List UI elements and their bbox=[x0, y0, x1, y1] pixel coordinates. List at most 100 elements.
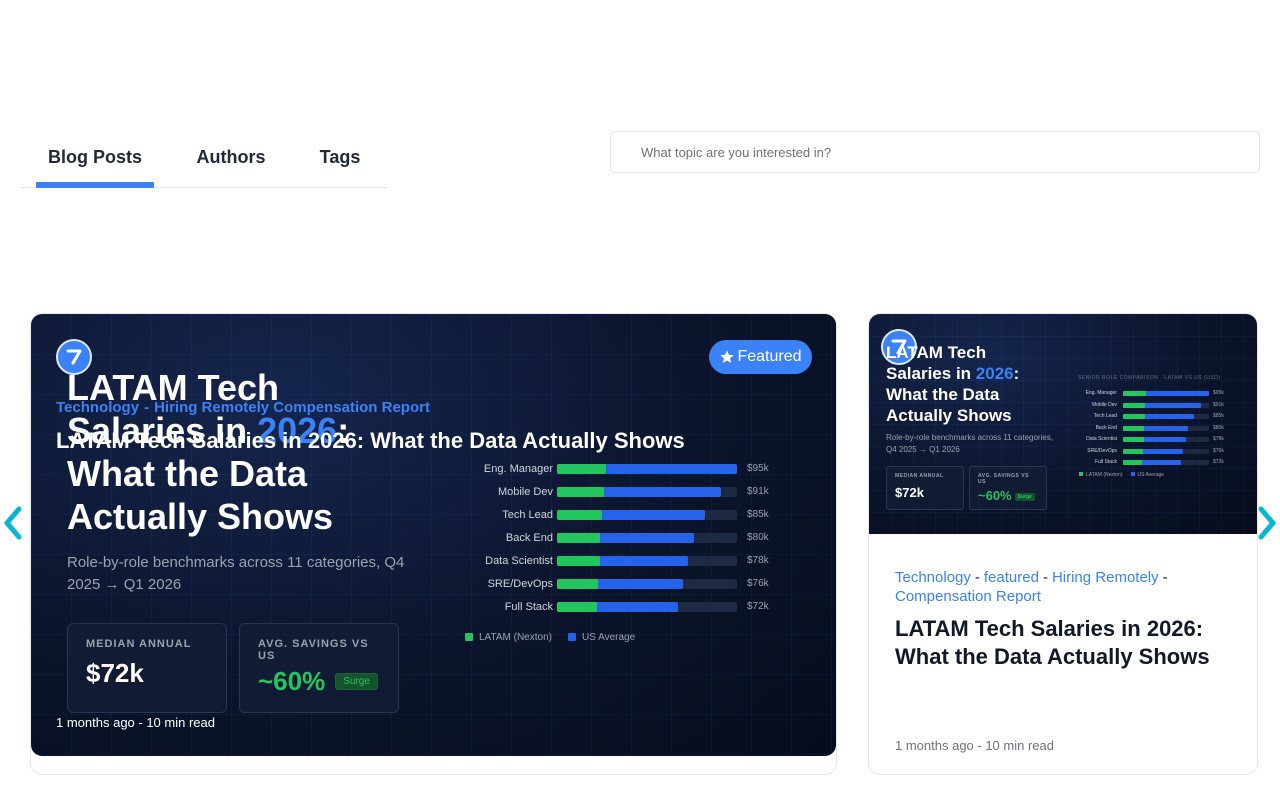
chart-bar-row: Back End $80k bbox=[1069, 424, 1224, 437]
bar-track bbox=[1123, 437, 1209, 442]
bar-label: Tech Lead bbox=[502, 509, 553, 521]
bar-latam bbox=[557, 579, 599, 589]
category-link[interactable]: Compensation Report bbox=[895, 588, 1041, 605]
chart-bar-row: Mobile Dev $91k bbox=[451, 485, 791, 508]
bar-label: Back End bbox=[505, 532, 553, 544]
bar-latam bbox=[557, 487, 604, 497]
legend-item-latam: LATAM (Nexton) bbox=[465, 632, 552, 643]
star-icon bbox=[720, 350, 735, 363]
chart-bar-row: Tech Lead $85k bbox=[1069, 413, 1224, 425]
chart-bar-row: Mobile Dev $91k bbox=[1069, 402, 1224, 414]
bar-value-label: $72k bbox=[1213, 459, 1224, 465]
bar-track bbox=[557, 533, 737, 543]
bar-value-label: $91k bbox=[1213, 401, 1224, 408]
chart-legend: LATAM (Nexton) US Average bbox=[465, 632, 635, 643]
bar-latam bbox=[1123, 460, 1142, 465]
bar-track bbox=[1123, 391, 1209, 396]
chevron-left-icon bbox=[4, 506, 22, 540]
bar-latam bbox=[557, 510, 602, 520]
featured-post-image[interactable]: LATAM Tech Salaries in 2026: What the Da… bbox=[31, 314, 836, 756]
thumb-chart-title: SENIOR ROLE COMPARISON · LATAM VS US (US… bbox=[1078, 375, 1221, 381]
chart-bar-row: Eng. Manager $95k bbox=[1069, 390, 1224, 402]
bar-value-label: $80k bbox=[747, 532, 769, 543]
bar-track bbox=[557, 464, 737, 474]
post-card[interactable]: LATAM Tech Salaries in 2026: What the Da… bbox=[868, 313, 1258, 775]
bar-latam bbox=[1123, 425, 1144, 431]
bar-track bbox=[1123, 402, 1209, 408]
bar-track bbox=[557, 579, 737, 589]
bar-track bbox=[1123, 460, 1209, 465]
post-title[interactable]: LATAM Tech Salaries in 2026: What the Da… bbox=[895, 615, 1215, 671]
category-link[interactable]: featured bbox=[984, 569, 1039, 586]
featured-post-card[interactable]: LATAM Tech Salaries in 2026: What the Da… bbox=[30, 313, 837, 775]
surge-badge: Surge bbox=[335, 673, 378, 690]
post-title[interactable]: LATAM Tech Salaries in 2026: What the Da… bbox=[56, 428, 685, 454]
thumb-chart-legend: LATAM (Nexton) US Average bbox=[1079, 472, 1164, 478]
category-link[interactable]: Technology bbox=[895, 569, 971, 586]
bar-track bbox=[1123, 448, 1209, 454]
bar-value-label: $76k bbox=[1213, 447, 1224, 454]
salary-bar-chart: Eng. Manager $95k Mobile Dev $91k Tech Lead $… bbox=[451, 462, 791, 623]
thumb-subtitle: Role-by-role benchmarks across 11 catego… bbox=[886, 433, 1054, 454]
bar-latam bbox=[1123, 437, 1144, 442]
chart-bar-row: Data Scientist $78k bbox=[451, 554, 791, 577]
post-meta: 1 months ago - 10 min read bbox=[56, 715, 215, 730]
bar-track bbox=[1123, 425, 1209, 431]
bar-latam bbox=[1123, 402, 1146, 408]
bar-value-label: $78k bbox=[1213, 436, 1224, 442]
thumb-stat-median: MEDIAN ANNUAL $72k bbox=[886, 466, 964, 510]
bar-latam bbox=[557, 602, 597, 612]
category-link[interactable]: Compensation Report bbox=[273, 399, 430, 416]
stat-avg-savings: AVG. SAVINGS VS US ~60% Surge bbox=[239, 623, 399, 713]
tab-blog-posts[interactable]: Blog Posts bbox=[36, 128, 154, 188]
bar-label: SRE/DevOps bbox=[487, 578, 553, 590]
bar-track bbox=[1123, 414, 1209, 419]
bar-label: Eng. Manager bbox=[483, 463, 553, 475]
bar-latam bbox=[1123, 448, 1143, 454]
bar-value-label: $78k bbox=[747, 555, 769, 566]
tab-tags[interactable]: Tags bbox=[308, 128, 372, 187]
thumb-stat-savings: AVG. SAVINGS VS US ~60% Surge bbox=[969, 466, 1047, 510]
thumb-headline: LATAM Tech Salaries in 2026: What the Da… bbox=[886, 343, 1020, 425]
bar-track bbox=[557, 602, 737, 612]
chart-bar-row: SRE/DevOps $76k bbox=[1069, 448, 1224, 460]
chart-bar-row: SRE/DevOps $76k bbox=[451, 577, 791, 600]
bar-value-label: $80k bbox=[1213, 424, 1224, 431]
bar-value-label: $95k bbox=[1213, 390, 1224, 396]
legend-item-us: US Average bbox=[567, 632, 635, 643]
bar-label: Eng. Manager bbox=[1085, 390, 1117, 396]
bar-track bbox=[557, 556, 737, 566]
bar-label: Data Scientist bbox=[485, 555, 553, 567]
image-subtitle: Role-by-role benchmarks across 11 catego… bbox=[67, 554, 405, 593]
bar-value-label: $85k bbox=[1213, 413, 1224, 419]
bar-latam bbox=[1123, 391, 1147, 396]
bar-label: Full Stack bbox=[504, 601, 553, 613]
chart-bar-row: Back End $80k bbox=[451, 531, 791, 554]
category-link[interactable]: Technology bbox=[56, 399, 139, 416]
bar-label: Full Stack bbox=[1095, 459, 1117, 465]
carousel-prev-button[interactable] bbox=[0, 503, 26, 543]
bar-label: Back End bbox=[1095, 424, 1117, 431]
post-meta: 1 months ago - 10 min read bbox=[895, 738, 1054, 753]
bar-value-label: $72k bbox=[747, 601, 769, 612]
featured-badge: Featured bbox=[709, 340, 812, 374]
thumb-bar-chart: Eng. Manager $95k Mobile Dev $91k Tech Lead $… bbox=[1069, 390, 1224, 471]
chevron-right-icon bbox=[1258, 506, 1276, 540]
content-tabs: Blog Posts Authors Tags bbox=[20, 128, 388, 188]
bar-label: Mobile Dev bbox=[497, 486, 553, 498]
bar-label: Tech Lead bbox=[1093, 413, 1117, 419]
tab-authors[interactable]: Authors bbox=[184, 128, 278, 187]
post-thumbnail[interactable]: LATAM Tech Salaries in 2026: What the Da… bbox=[869, 314, 1257, 534]
search-box bbox=[610, 131, 1260, 173]
bar-label: Data Scientist bbox=[1086, 436, 1117, 442]
category-link[interactable]: Hiring Remotely bbox=[1052, 569, 1159, 586]
bar-value-label: $85k bbox=[747, 509, 769, 520]
category-link[interactable]: Hiring Remotely bbox=[154, 399, 269, 416]
chart-bar-row: Eng. Manager $95k bbox=[451, 462, 791, 485]
bar-value-label: $95k bbox=[747, 463, 769, 474]
bar-track bbox=[557, 510, 737, 520]
bar-value-label: $76k bbox=[747, 578, 769, 589]
bar-value-label: $91k bbox=[747, 486, 769, 497]
bar-latam bbox=[557, 556, 601, 566]
search-input[interactable] bbox=[611, 132, 1259, 172]
